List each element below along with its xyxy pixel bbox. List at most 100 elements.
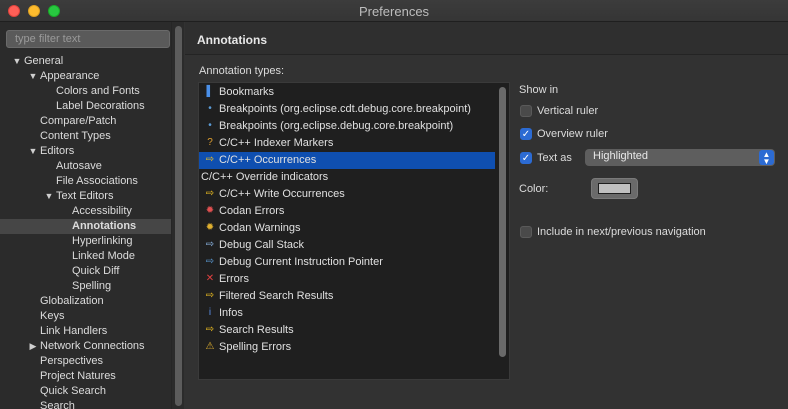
- text-style-select[interactable]: Highlighted ▲ ▼: [585, 149, 775, 166]
- tree-item[interactable]: Quick Search: [0, 384, 184, 399]
- tree-item-label: Spelling: [72, 280, 112, 292]
- tree-item-label: Project Natures: [40, 370, 116, 382]
- annotation-type-label: C/C++ Indexer Markers: [219, 137, 334, 149]
- annotation-type-item[interactable]: ? C/C++ Indexer Markers: [199, 135, 497, 152]
- show-in-label: Show in: [519, 84, 559, 96]
- vertical-ruler-label: Vertical ruler: [537, 105, 599, 117]
- annotation-type-label: Filtered Search Results: [219, 290, 334, 302]
- tree-item-label: Editors: [40, 145, 75, 157]
- annotation-type-item[interactable]: ▌ Bookmarks: [199, 84, 497, 101]
- codan-error-icon: ✹: [205, 205, 215, 216]
- info-icon: i: [208, 307, 212, 318]
- tree-item[interactable]: Label Decorations: [0, 99, 184, 114]
- annotation-type-label: Debug Call Stack: [219, 239, 304, 251]
- tree-item[interactable]: ▶ Network Connections: [0, 339, 184, 354]
- annotation-type-item[interactable]: ✹ Codan Warnings: [199, 220, 497, 237]
- tree-item[interactable]: Compare/Patch: [0, 114, 184, 129]
- expanded-arrow-icon[interactable]: ▼: [28, 144, 38, 159]
- annotation-type-label: Infos: [219, 307, 243, 319]
- color-picker-button[interactable]: [591, 178, 638, 199]
- tree-item-label: Link Handlers: [40, 325, 108, 337]
- annotation-type-item[interactable]: ⇨ C/C++ Occurrences: [199, 152, 497, 169]
- tree-item[interactable]: ▼ General: [0, 54, 184, 69]
- filter-input[interactable]: type filter text: [6, 30, 170, 48]
- annotation-list-scrollbar-thumb[interactable]: [499, 87, 506, 357]
- instruction-pointer-icon: ⇨: [205, 256, 215, 267]
- expanded-arrow-icon[interactable]: ▼: [28, 69, 38, 84]
- annotation-types-label: Annotation types:: [199, 65, 285, 77]
- annotation-type-item[interactable]: ⚠ Spelling Errors: [199, 339, 497, 356]
- tree-item-label: Colors and Fonts: [56, 85, 140, 97]
- annotation-type-item[interactable]: ⇨ Debug Call Stack: [199, 237, 497, 254]
- codan-warning-icon: ✹: [205, 222, 215, 233]
- title-bar: Preferences: [0, 0, 788, 22]
- annotation-types-list[interactable]: ⚠ Spelling Errors ⇨ Search Results i Infos ⇨ Fi…: [198, 82, 510, 380]
- sidebar-scrollbar-thumb[interactable]: [175, 26, 182, 406]
- tree-item-label: Appearance: [40, 70, 100, 82]
- tree-item[interactable]: ▼ Editors: [0, 144, 184, 159]
- tree-item-label: Autosave: [56, 160, 102, 172]
- tree-item[interactable]: Accessibility: [0, 204, 184, 219]
- tree-item[interactable]: ▼ Text Editors: [0, 189, 184, 204]
- spelling-warning-icon: ⚠: [205, 341, 215, 352]
- tree-item[interactable]: Autosave: [0, 159, 184, 174]
- sidebar-scrollbar[interactable]: [171, 22, 184, 409]
- overview-ruler-checkbox[interactable]: ✓: [520, 128, 532, 140]
- tree-item-label: Network Connections: [40, 340, 145, 352]
- overview-ruler-label: Overview ruler: [537, 128, 608, 140]
- expanded-arrow-icon[interactable]: ▼: [12, 54, 22, 69]
- tree-item[interactable]: Keys: [0, 309, 184, 324]
- occurrences-icon: ⇨: [205, 154, 215, 165]
- page-header: Annotations: [185, 22, 788, 55]
- annotation-type-label: Spelling Errors: [219, 341, 292, 353]
- tree-item[interactable]: Globalization: [0, 294, 184, 309]
- tree-item[interactable]: Search: [0, 399, 184, 409]
- annotation-type-label: Search Results: [219, 324, 294, 336]
- annotation-type-label: Codan Errors: [219, 205, 285, 217]
- annotation-type-item[interactable]: ✕ Errors: [199, 271, 497, 288]
- page-title: Annotations: [197, 33, 267, 47]
- error-icon: ✕: [205, 273, 215, 284]
- annotation-type-item[interactable]: • Breakpoints (org.eclipse.debug.core.bre…: [199, 118, 497, 135]
- tree-item-label: Globalization: [40, 295, 104, 307]
- annotation-type-item[interactable]: ⇨ Filtered Search Results: [199, 288, 497, 305]
- tree-item[interactable]: Hyperlinking: [0, 234, 184, 249]
- tree-item[interactable]: Perspectives: [0, 354, 184, 369]
- annotation-type-item[interactable]: i Infos: [199, 305, 497, 322]
- tree-item[interactable]: Annotations: [0, 219, 184, 234]
- tree-item[interactable]: Link Handlers: [0, 324, 184, 339]
- annotation-type-item[interactable]: ⇨ Search Results: [199, 322, 497, 339]
- breakpoint-icon: •: [208, 120, 212, 131]
- vertical-ruler-checkbox[interactable]: [520, 105, 532, 117]
- preferences-sidebar: type filter text ▼ General ▼ Appearance Colo…: [0, 22, 184, 409]
- tree-item[interactable]: Spelling: [0, 279, 184, 294]
- expanded-arrow-icon[interactable]: ▼: [44, 189, 54, 204]
- tree-item-label: Content Types: [40, 130, 111, 142]
- annotation-type-label: Breakpoints (org.eclipse.debug.core.brea…: [219, 120, 454, 132]
- tree-item[interactable]: Quick Diff: [0, 264, 184, 279]
- tree-item-label: General: [24, 55, 64, 67]
- tree-item-label: Compare/Patch: [40, 115, 117, 127]
- filtered-search-icon: ⇨: [205, 290, 215, 301]
- collapsed-arrow-icon[interactable]: ▶: [28, 339, 38, 354]
- annotation-list-scrollbar[interactable]: [495, 83, 509, 379]
- text-as-checkbox[interactable]: ✓: [520, 152, 532, 164]
- tree-item[interactable]: File Associations: [0, 174, 184, 189]
- text-style-value: Highlighted: [593, 150, 649, 162]
- tree-item[interactable]: Project Natures: [0, 369, 184, 384]
- annotation-type-item[interactable]: ✹ Codan Errors: [199, 203, 497, 220]
- annotation-type-label: Debug Current Instruction Pointer: [219, 256, 383, 268]
- annotation-type-item[interactable]: ⇨ Debug Current Instruction Pointer: [199, 254, 497, 271]
- annotation-type-item[interactable]: • Breakpoints (org.eclipse.cdt.debug.core…: [199, 101, 497, 118]
- write-occurrences-icon: ⇨: [205, 188, 215, 199]
- tree-item-label: Linked Mode: [72, 250, 135, 262]
- tree-item[interactable]: Linked Mode: [0, 249, 184, 264]
- tree-item[interactable]: Colors and Fonts: [0, 84, 184, 99]
- tree-item-label: Hyperlinking: [72, 235, 133, 247]
- tree-item[interactable]: ▼ Appearance: [0, 69, 184, 84]
- tree-item[interactable]: Content Types: [0, 129, 184, 144]
- annotation-type-item[interactable]: C/C++ Override indicators: [199, 169, 497, 186]
- bookmark-icon: ▌: [206, 86, 214, 97]
- include-navigation-checkbox[interactable]: [520, 226, 532, 238]
- annotation-type-item[interactable]: ⇨ C/C++ Write Occurrences: [199, 186, 497, 203]
